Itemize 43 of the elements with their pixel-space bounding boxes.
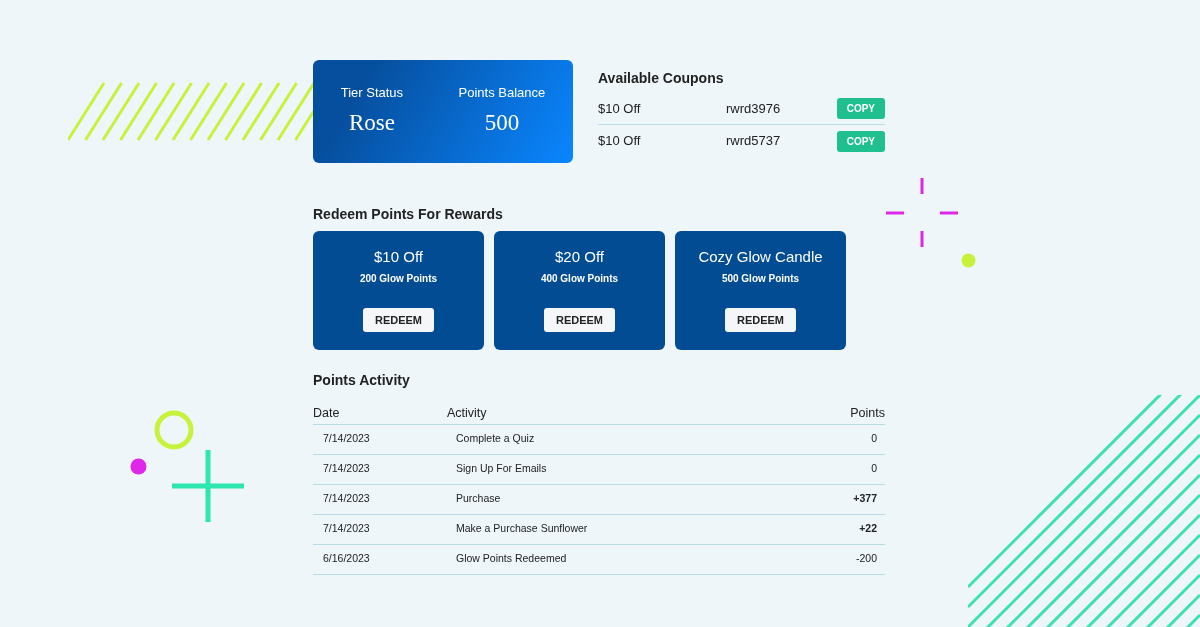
section-title: Points Activity (313, 371, 411, 390)
column-header: Date (313, 404, 447, 425)
points-cell: 0 (798, 454, 885, 485)
balance-value: 500 (483, 109, 521, 137)
date-cell: 6/16/2023 (313, 544, 447, 575)
reward-name: $20 Off (554, 247, 605, 267)
ring-drawing (154, 410, 194, 450)
balance-label: Points Balance (458, 83, 546, 102)
points-cell: 0 (798, 424, 885, 455)
reward-cost: 200 Glow Points (358, 271, 439, 286)
coupon-name: $10 Off (598, 99, 642, 118)
tier-label: Tier Status (340, 83, 404, 102)
column-header: Points (798, 404, 885, 425)
activity-cell: Purchase (447, 484, 799, 515)
redeem-button[interactable]: REDEEM (543, 307, 616, 332)
reward-name: Cozy Glow Candle (697, 247, 824, 267)
activity-cell: Sign Up For Emails (447, 454, 799, 485)
column-header: Activity (447, 404, 799, 425)
date-cell: 7/14/2023 (313, 484, 447, 515)
reward-cost: 500 Glow Points (720, 271, 801, 286)
points-cell: +22 (798, 514, 885, 545)
reward-name: $10 Off (373, 247, 424, 267)
tier-value: Rose (347, 109, 396, 137)
section-title: Redeem Points For Rewards (313, 205, 504, 224)
redeem-button[interactable]: REDEEM (724, 307, 797, 332)
dot-drawing (130, 458, 147, 475)
crosshair-drawing (886, 178, 958, 248)
section-title: Available Coupons (598, 69, 725, 88)
points-cell: +377 (798, 484, 885, 515)
coupon-code: rwrd3976 (726, 99, 782, 118)
coupon-name: $10 Off (598, 132, 642, 151)
redeem-button[interactable]: REDEEM (362, 307, 435, 332)
points-cell: -200 (798, 544, 885, 575)
date-cell: 7/14/2023 (313, 514, 447, 545)
activity-cell: Glow Points Redeemed (447, 544, 799, 575)
plus-drawing (172, 450, 244, 522)
date-cell: 7/14/2023 (313, 454, 447, 485)
coupon-code: rwrd5737 (726, 132, 782, 151)
activity-cell: Make a Purchase Sunflower (447, 514, 799, 545)
date-cell: 7/14/2023 (313, 424, 447, 455)
dot-drawing (961, 253, 976, 268)
reward-cost: 400 Glow Points (539, 271, 620, 286)
activity-cell: Complete a Quiz (447, 424, 799, 455)
